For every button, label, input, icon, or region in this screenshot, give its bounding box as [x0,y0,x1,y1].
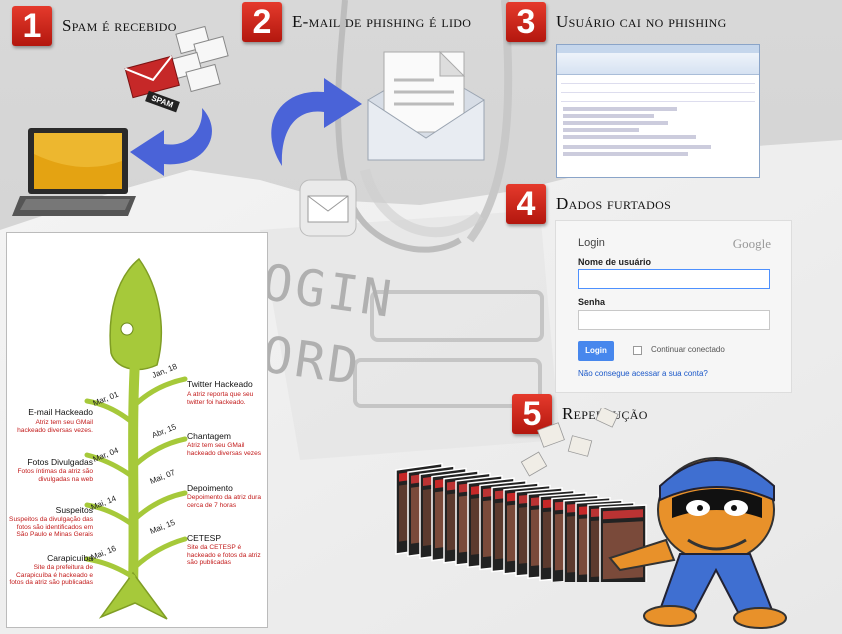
event-title: Depoimento [187,483,233,493]
remember-label: Continuar conectado [651,345,725,354]
step-2-title: E-mail de phishing é lido [292,12,472,31]
step-3-badge: 3 [506,2,546,42]
event-description: Atriz tem seu GMail hackeado diversas ve… [187,442,262,457]
arrow-to-email-icon [271,78,362,166]
email-subject-field [561,95,755,102]
email-cc-field [561,86,755,93]
google-logo: Google [732,236,771,251]
forgot-account-link[interactable]: Não consegue acessar a sua conta? [578,369,708,378]
arrow-to-laptop-icon [130,108,212,176]
event-description: Suspeitos da divulgação das fotos são id… [9,516,93,539]
password-label: Senha [578,297,606,307]
login-button[interactable]: Login [578,341,614,361]
email-body [557,104,759,162]
login-form: Login Google Nome de usuário Senha Login… [555,220,792,393]
spam-envelopes-icon [124,25,229,99]
closed-envelope-icon [299,179,357,237]
step-2: 2 E-mail de phishing é lido [242,2,471,42]
event-title: Chantagem [187,431,231,441]
event-title: Fotos Divulgadas [27,457,93,467]
event-title: CETESP [187,533,222,543]
laptop-icon [12,128,136,216]
remember-checkbox[interactable] [633,346,642,355]
event-description: A atriz reporta que seu twitter foi hack… [187,391,254,406]
step-4-title: Dados furtados [556,194,672,213]
event-description: Site da prefeitura de Carapicuíba é hack… [9,564,93,587]
email-window-ribbon [557,53,759,75]
username-label: Nome de usuário [578,257,652,267]
username-input[interactable] [578,269,770,289]
event-title: Carapicuíba [47,553,93,563]
password-input[interactable] [578,310,770,330]
phishing-email-window [556,44,760,178]
step-2-badge: 2 [242,2,282,42]
event-description: Atriz tem seu GMail hackeado diversas ve… [17,419,93,434]
event-description: Fotos íntimas da atriz são divulgadas na… [17,468,94,483]
step-3-title: Usuário cai no phishing [556,12,727,31]
email-to-field [561,77,755,84]
event-description: Site da CETESP é hackeado e fotos da atr… [187,544,261,567]
step-4-badge: 4 [506,184,546,224]
email-window-titlebar [557,45,759,53]
open-email-icon [367,50,485,161]
event-title: Twitter Hackeado [187,379,253,389]
event-description: Depoimento da atriz dura cerca de 7 hora… [187,494,262,509]
event-title: Suspeitos [55,505,93,515]
cartoon-hacker-icon [608,457,787,629]
fishbone-timeline: Jan, 18 Twitter Hackeado A atriz reporta… [6,232,268,628]
login-title: Login [578,237,605,249]
event-title: E-mail Hackeado [28,407,93,417]
step-4: 4 Dados furtados [506,184,671,224]
step-3: 3 Usuário cai no phishing [506,2,727,42]
step-1-badge: 1 [12,6,52,46]
